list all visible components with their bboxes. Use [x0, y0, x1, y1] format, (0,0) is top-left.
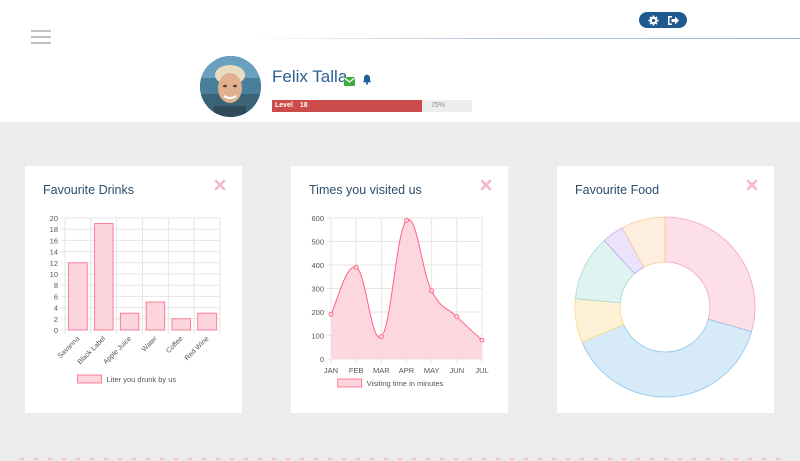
level-indicator: Level 18 [275, 100, 308, 112]
bar [119, 312, 140, 331]
y-tick-label: 16 [50, 236, 58, 245]
donut-slice [664, 216, 756, 333]
y-tick-label: 8 [54, 281, 58, 290]
level-label: Level [275, 102, 293, 109]
y-tick-label: 14 [50, 248, 58, 257]
bar [68, 262, 88, 331]
data-point [328, 311, 334, 317]
data-point [404, 217, 409, 223]
x-tick-label: MAR [373, 366, 390, 375]
x-tick-label: Savanna [57, 335, 82, 360]
bottom-divider [20, 458, 780, 460]
y-tick-label: 0 [54, 326, 58, 335]
area-chart: 0 100 200 300 400 500 600 JAN FEB MAR APR MAY JUN JUL… [311, 214, 488, 388]
x-tick-label: Apple Juice [102, 335, 133, 366]
y-tick-label: 0 [320, 355, 324, 364]
x-tick-label: JAN [324, 366, 338, 375]
x-tick-label: Coffee [165, 335, 185, 355]
x-tick-label: Water [141, 335, 159, 353]
card-times-visited: Times you visited us 0 100 200 300 400 500 600… [291, 166, 508, 413]
y-tick-label: 2 [54, 315, 58, 324]
hamburger-line [31, 30, 51, 32]
bell-icon[interactable] [362, 72, 372, 85]
x-tick-label: JUN [450, 366, 465, 375]
data-point [479, 337, 485, 343]
level-progress-fill: Level 18 [272, 100, 422, 112]
user-name: Felix Talla [272, 67, 348, 86]
donut-chart [574, 216, 756, 398]
x-tick-label: Red Wine [184, 335, 211, 362]
x-tick-label: FEB [349, 366, 364, 375]
envelope-icon[interactable] [344, 73, 355, 86]
legend-swatch [77, 374, 102, 384]
y-tick-label: 200 [311, 308, 324, 317]
hamburger-icon[interactable] [31, 30, 51, 44]
legend-label: Visiting time in minutes [367, 379, 444, 388]
y-tick-label: 6 [54, 292, 58, 301]
y-tick-label: 300 [311, 285, 324, 294]
y-tick-label: 18 [50, 225, 58, 234]
y-tick-label: 600 [311, 214, 324, 223]
y-tick-label: 500 [311, 238, 324, 247]
top-header: Felix Talla Level 18 75% [0, 0, 800, 122]
area-fill [331, 219, 482, 359]
x-tick-label: JUL [475, 366, 488, 375]
hamburger-line [31, 36, 51, 38]
avatar[interactable] [200, 56, 261, 117]
data-point [378, 334, 384, 340]
sign-out-icon[interactable] [666, 13, 680, 27]
bar [145, 301, 166, 331]
x-tick-label: MAY [424, 366, 440, 375]
card-favourite-drinks: Favourite Drinks 0 2 4 6 8 10 12 14 16 18 20 Savann… [25, 166, 242, 413]
bar [197, 312, 217, 331]
data-point [429, 288, 435, 294]
level-progress-bar: Level 18 75% [272, 100, 472, 112]
y-tick-label: 10 [50, 270, 58, 279]
level-progress-percent: 75% [431, 102, 446, 109]
y-tick-label: 400 [311, 261, 324, 270]
data-point [353, 264, 359, 270]
legend-label: Liter you drunk by us [107, 375, 177, 384]
level-value: 18 [299, 102, 308, 109]
hamburger-line [31, 42, 51, 44]
bar-chart: 02468101214161820SavannaBlack LabelApple… [50, 214, 221, 384]
card-favourite-food: Favourite Food [557, 166, 774, 413]
legend-swatch [337, 378, 363, 388]
bar [94, 223, 114, 331]
y-tick-label: 12 [50, 259, 58, 268]
y-tick-label: 4 [54, 304, 58, 313]
data-point [454, 314, 460, 320]
gear-icon[interactable] [647, 13, 661, 27]
header-divider [248, 38, 800, 39]
y-tick-label: 100 [311, 332, 324, 341]
y-tick-label: 20 [50, 214, 58, 223]
bar [171, 318, 191, 331]
header-actions [639, 12, 687, 28]
x-tick-label: APR [399, 366, 415, 375]
